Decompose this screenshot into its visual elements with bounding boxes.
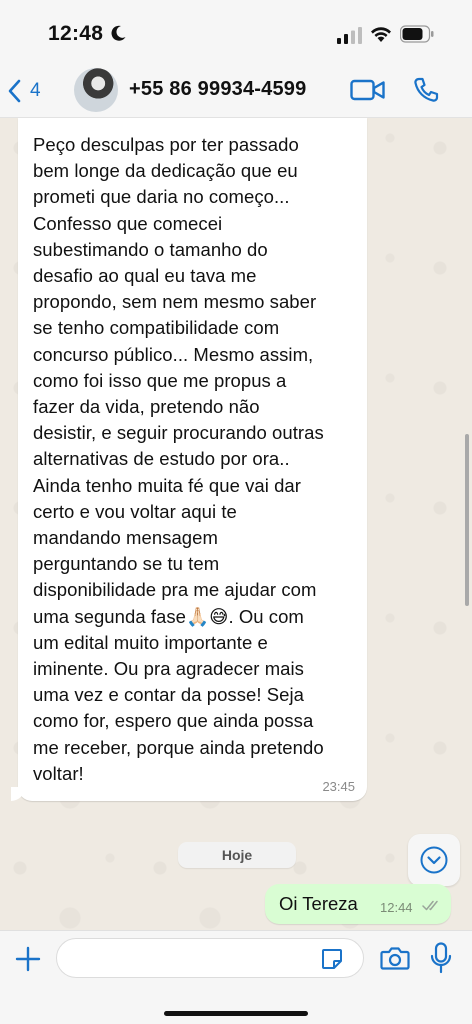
outgoing-message-time: 12:44 [380, 900, 413, 915]
camera-button[interactable] [380, 945, 410, 971]
status-bar: 12:48 [0, 0, 472, 64]
incoming-message-bubble[interactable]: Peço desculpas por ter passado bem longe… [11, 118, 367, 801]
message-input[interactable] [56, 938, 364, 978]
plus-attach-button[interactable] [14, 945, 42, 973]
cellular-signal-icon [337, 27, 362, 44]
outgoing-message-bubble[interactable]: Oi Tereza 12:44 [265, 884, 451, 924]
video-call-button[interactable] [350, 77, 386, 103]
unread-count: 4 [30, 80, 41, 101]
outgoing-message-text: Oi Tereza [279, 893, 358, 914]
contact-name[interactable]: +55 86 99934-4599 [129, 78, 306, 101]
scroll-to-bottom-button[interactable] [408, 834, 460, 886]
bubble-tail [11, 787, 25, 801]
message-composer [0, 930, 472, 1024]
date-divider: Hoje [178, 842, 296, 868]
phone-call-button[interactable] [412, 76, 440, 104]
chat-header: 4 +55 86 99934-4599 [0, 64, 472, 118]
incoming-message-time: 23:45 [322, 779, 355, 794]
chat-area[interactable]: Peço desculpas por ter passado bem longe… [0, 118, 472, 930]
battery-icon [400, 25, 434, 43]
back-button[interactable]: 4 [8, 74, 58, 108]
moon-icon [111, 25, 126, 41]
incoming-message-text: Peço desculpas por ter passado bem longe… [33, 134, 324, 784]
sticker-button[interactable] [320, 947, 344, 971]
avatar[interactable] [74, 68, 118, 112]
chevron-left-icon [8, 79, 21, 103]
double-check-icon [422, 900, 438, 911]
wifi-icon [371, 27, 391, 42]
scrollbar[interactable] [465, 434, 469, 606]
chevron-down-circle-icon [420, 846, 448, 874]
status-time: 12:48 [48, 22, 104, 45]
home-indicator [164, 1011, 308, 1016]
microphone-button[interactable] [430, 942, 452, 974]
